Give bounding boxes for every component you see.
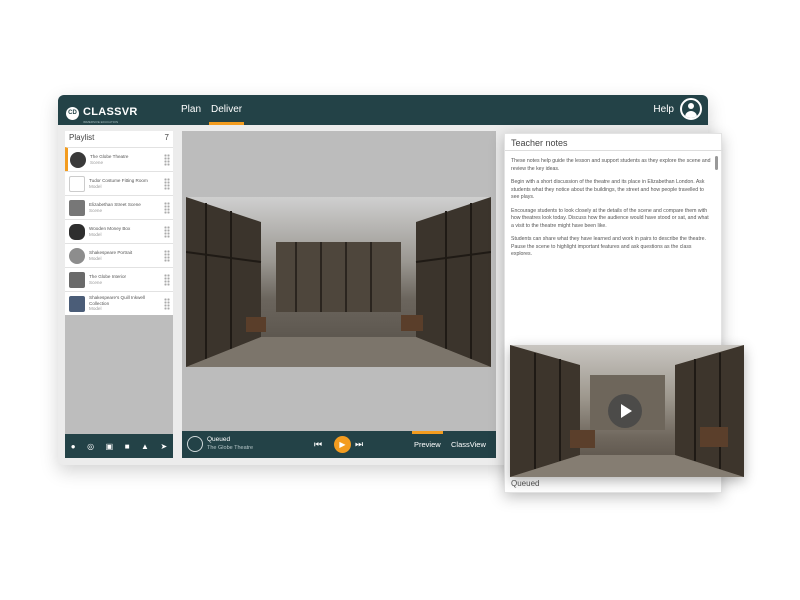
person-icon[interactable]: ▲ bbox=[141, 442, 149, 451]
classvr-logo: CD CLASSVR IMMERSIVE EDUCATION bbox=[66, 102, 138, 124]
playlist-item-title: Shakespeare's Quill Inkwell Collection bbox=[89, 295, 146, 306]
track-name: The Globe Theatre bbox=[207, 445, 254, 451]
delete-icon[interactable]: ■ bbox=[125, 442, 130, 451]
playlist-item-title: The Globe Interior bbox=[89, 274, 127, 279]
play-button[interactable]: ▶ bbox=[334, 436, 351, 453]
tab-plan[interactable]: Plan bbox=[181, 104, 201, 115]
playlist-item-title: Tudor Costume Fitting Room bbox=[89, 178, 148, 183]
clip-label: Queued bbox=[511, 479, 540, 488]
save-icon[interactable]: ▣ bbox=[106, 442, 114, 451]
playlist-item[interactable]: Wooden Money Box Model bbox=[65, 219, 173, 243]
drag-handle-icon[interactable] bbox=[164, 250, 170, 262]
notes-paragraph: These notes help guide the lesson and su… bbox=[511, 158, 711, 172]
playlist-item-type: Model bbox=[89, 306, 102, 312]
playlist-header: Playlist 7 bbox=[65, 131, 173, 147]
playlist-item[interactable]: Tudor Costume Fitting Room Model bbox=[65, 171, 173, 195]
video-clip-card[interactable] bbox=[510, 345, 744, 477]
teacher-notes-title: Teacher notes bbox=[511, 138, 568, 148]
logo-mark-icon: CD bbox=[66, 106, 79, 120]
playlist-item[interactable]: The Globe Interior Scene bbox=[65, 267, 173, 291]
playlist-count: 7 bbox=[164, 133, 169, 142]
help-link[interactable]: Help bbox=[653, 104, 674, 115]
interior-thumbnail bbox=[69, 271, 85, 288]
notes-paragraph: Students can share what they have learne… bbox=[511, 236, 706, 257]
headset-icon[interactable]: ◎ bbox=[87, 442, 94, 451]
logo-subtitle: IMMERSIVE EDUCATION bbox=[83, 120, 119, 124]
playlist-item[interactable]: Elizabethan Street Scene Scene bbox=[65, 195, 173, 219]
preview-stage bbox=[182, 131, 496, 431]
playlist-item-title: Wooden Money Box bbox=[89, 226, 131, 231]
inkwell-thumbnail bbox=[69, 295, 85, 312]
playlist-item-title: Shakespeare Portrait bbox=[89, 250, 133, 255]
playlist-item-title: Elizabethan Street Scene bbox=[89, 202, 141, 207]
notes-scrollbar[interactable] bbox=[715, 156, 718, 170]
top-navigation-bar: CD CLASSVR IMMERSIVE EDUCATION Plan Deli… bbox=[58, 95, 708, 125]
send-icon[interactable]: ➤ bbox=[160, 442, 167, 451]
drag-handle-icon[interactable] bbox=[164, 226, 170, 238]
playlist-item-type: Model bbox=[89, 183, 102, 189]
track-icon bbox=[187, 436, 203, 452]
notes-paragraph: Begin with a short discussion of the the… bbox=[511, 179, 705, 200]
previous-icon[interactable]: ⏮ bbox=[314, 439, 322, 450]
tab-preview[interactable]: Preview bbox=[412, 431, 443, 449]
player-bar: Queued The Globe Theatre ⏮ ▶ ⏭ Preview C… bbox=[182, 431, 496, 458]
logo-text: CLASSVR bbox=[83, 106, 138, 118]
scene-preview-video[interactable] bbox=[186, 197, 491, 367]
globe-thumbnail bbox=[70, 151, 86, 168]
playlist-item-type: Scene bbox=[89, 207, 103, 213]
playlist-item[interactable]: Shakespeare's Quill Inkwell Collection M… bbox=[65, 291, 173, 315]
portrait-thumbnail bbox=[69, 247, 85, 264]
notes-paragraph: Encourage students to look closely at th… bbox=[511, 207, 709, 229]
drag-handle-icon[interactable] bbox=[164, 154, 170, 166]
costume-thumbnail bbox=[69, 175, 85, 192]
drag-handle-icon[interactable] bbox=[164, 202, 170, 214]
playlist-panel: Playlist 7 The Globe Theatre Scene Tudor… bbox=[65, 131, 173, 458]
person-icon[interactable]: ● bbox=[71, 442, 76, 451]
elizabethan-street-illustration bbox=[186, 197, 491, 367]
playlist-item-type: Scene bbox=[90, 159, 104, 165]
teacher-notes-text: These notes help guide the lesson and su… bbox=[511, 158, 713, 343]
playlist-item-type: Model bbox=[89, 231, 102, 237]
playlist-item[interactable]: The Globe Theatre Scene bbox=[65, 147, 173, 171]
drag-handle-icon[interactable] bbox=[164, 298, 170, 310]
play-icon: ▶ bbox=[339, 440, 346, 449]
drag-handle-icon[interactable] bbox=[164, 178, 170, 190]
playlist-title: Playlist bbox=[69, 133, 95, 142]
playlist-toolbar: ● ◎ ▣ ■ ▲ ➤ bbox=[65, 434, 173, 458]
playlist-item-type: Model bbox=[89, 255, 102, 261]
tab-deliver[interactable]: Deliver bbox=[208, 104, 245, 125]
play-circle-icon[interactable] bbox=[608, 394, 642, 428]
street-thumbnail bbox=[69, 199, 85, 216]
track-status: Queued bbox=[207, 436, 231, 443]
tab-classview[interactable]: ClassView bbox=[451, 440, 486, 449]
drag-handle-icon[interactable] bbox=[164, 274, 170, 286]
playlist-item[interactable]: Shakespeare Portrait Model bbox=[65, 243, 173, 267]
playlist-item-title: The Globe Theatre bbox=[90, 154, 129, 159]
money-box-thumbnail bbox=[69, 223, 85, 240]
user-avatar-icon[interactable] bbox=[680, 98, 702, 120]
next-icon[interactable]: ⏭ bbox=[355, 439, 363, 450]
playlist-item-type: Scene bbox=[89, 279, 103, 285]
